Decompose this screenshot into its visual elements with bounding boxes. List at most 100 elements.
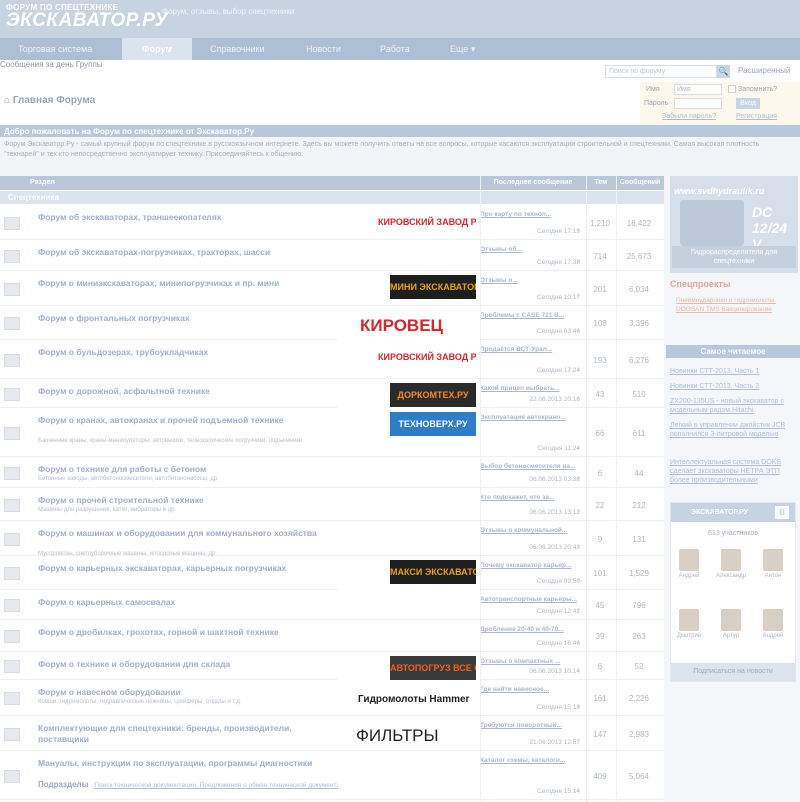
forum-title[interactable]: Форум о карьерных самосвалах: [38, 597, 338, 608]
goto-last-post-icon[interactable]: ›: [577, 395, 579, 402]
forum-title[interactable]: Форум о технике и оборудовании для склад…: [38, 659, 338, 670]
last-post-link[interactable]: Автотранспортные карьеры...: [480, 596, 584, 603]
most-read-item[interactable]: Легкий в управлении джойстик JCB пополни…: [670, 421, 794, 439]
title-bar: [0, 82, 640, 124]
forum-title[interactable]: Мануалы, инструкции по эксплуатации, про…: [38, 758, 338, 769]
message-count: 6,034: [628, 284, 650, 294]
sponsor-logo[interactable]: ФИЛЬТРЫ: [338, 717, 480, 750]
forum-folder-icon: [4, 692, 20, 705]
forum-title[interactable]: Форум о миниэкскаваторах, минипогрузчика…: [38, 278, 338, 289]
nav-news[interactable]: Новости: [300, 38, 347, 60]
goto-last-post-icon[interactable]: ›: [577, 577, 579, 584]
special-projects-links[interactable]: Пневмоударники и гидромолоты. DOOSAN TMS…: [676, 296, 794, 314]
goto-last-post-icon[interactable]: ›: [577, 639, 579, 646]
last-post-link[interactable]: Продаётся ВСТ-Урал...: [480, 346, 584, 353]
avatar[interactable]: [763, 549, 783, 571]
search-input[interactable]: Поиск по форуму: [605, 65, 717, 78]
last-post-link[interactable]: Отзывы о коммунальной...: [480, 527, 584, 534]
avatar[interactable]: [763, 609, 783, 631]
sponsor-logo[interactable]: ТЕХНОВЕРХ.РУ: [338, 409, 480, 442]
avatar[interactable]: [721, 609, 741, 631]
sponsor-logo[interactable]: КИРОВСКИЙ ЗАВОД POWERPLUS: [338, 206, 480, 239]
avatar[interactable]: [721, 549, 741, 571]
last-post-link[interactable]: Отзывы о...: [480, 277, 584, 284]
goto-last-post-icon[interactable]: ›: [577, 703, 579, 710]
avatar[interactable]: [679, 609, 699, 631]
last-post-link[interactable]: Где найти навесное...: [480, 686, 584, 693]
forum-title[interactable]: Форум о машинах и оборудовании для комму…: [38, 528, 338, 539]
forum-title[interactable]: Форум о фронтальных погрузчиках: [38, 313, 338, 324]
last-post-link[interactable]: Дробление 20-40 и 40-70...: [480, 626, 584, 633]
login-button[interactable]: Вход: [736, 98, 760, 109]
login-password-input[interactable]: [674, 98, 722, 109]
subnav-groups[interactable]: Группы: [76, 60, 103, 69]
last-post-link[interactable]: Кто подскажет, что за...: [480, 494, 584, 501]
forum-folder-icon: [4, 727, 20, 741]
search-icon[interactable]: 🔍: [717, 65, 730, 78]
most-read-item[interactable]: Новинки СТТ-2013. Часть 2: [670, 382, 794, 391]
goto-last-post-icon[interactable]: ›: [577, 607, 579, 614]
forum-title[interactable]: Форум об экскаваторах-погрузчиках, тракт…: [38, 247, 338, 258]
goto-last-post-icon[interactable]: ›: [577, 475, 579, 482]
nav-jobs[interactable]: Работа: [374, 38, 416, 60]
goto-last-post-icon[interactable]: ›: [577, 508, 579, 515]
goto-last-post-icon[interactable]: ›: [577, 227, 579, 234]
last-post-link[interactable]: Про карту по технол...: [480, 211, 584, 218]
goto-last-post-icon[interactable]: ›: [577, 444, 579, 451]
most-read-item[interactable]: Новинки СТТ-2013. Часть 1: [670, 367, 794, 376]
goto-last-post-icon[interactable]: ›: [577, 293, 579, 300]
avatar[interactable]: [679, 549, 699, 571]
forum-title[interactable]: Форум о прочей строительной технике: [38, 495, 338, 506]
subforum-links[interactable]: Поиск технической документации, Предложе…: [94, 782, 338, 789]
register-link[interactable]: Регистрация: [736, 113, 777, 120]
goto-last-post-icon[interactable]: ›: [577, 667, 579, 674]
nav-trade-system[interactable]: Торговая система: [12, 38, 98, 60]
sponsor-logo[interactable]: КИРОВЕЦ: [338, 307, 480, 340]
goto-last-post-icon[interactable]: ›: [577, 327, 579, 334]
last-post-link[interactable]: Проблемы с CASE 721 В...: [480, 312, 584, 319]
sponsor-logo[interactable]: МАКСИ ЭКСКАВАТОР.РУ: [338, 557, 480, 590]
sponsor-logo[interactable]: Гидромолоты Hammer: [338, 681, 480, 714]
nav-references[interactable]: Справочники: [204, 38, 271, 60]
last-post-link[interactable]: Почему экскаватор карьер...: [480, 562, 584, 569]
most-read-item[interactable]: Интеллектуальная система DOKS сделает эк…: [670, 458, 794, 485]
sponsor-logo[interactable]: МИНИ ЭКСКАВАТОР.РУ: [338, 272, 480, 305]
goto-last-post-icon[interactable]: ›: [577, 787, 579, 794]
login-name-input[interactable]: Имя: [674, 84, 722, 95]
sidebar-banner[interactable]: www.svdhydraulik.ru DC 12/24 V Гидрорасп…: [670, 176, 798, 273]
forum-title[interactable]: Форум об экскаваторах, траншеекопателях: [38, 212, 338, 223]
goto-last-post-icon[interactable]: ›: [577, 366, 579, 373]
last-post-link[interactable]: Каталог схемы, каталоги...: [480, 757, 584, 764]
last-post-link[interactable]: Отзывы о компактных ...: [480, 658, 584, 665]
subnav-messages-today[interactable]: Сообщения за день: [0, 60, 74, 69]
most-read-item[interactable]: ZX200-135US - новый экскаватор с модельн…: [670, 397, 794, 415]
forum-title[interactable]: Форум о дорожной, асфальтной технике: [38, 386, 338, 397]
forum-title[interactable]: Форум о дробилках, грохотах, горной и ша…: [38, 627, 338, 638]
forum-title[interactable]: Форум о карьерных экскаваторах, карьерны…: [38, 563, 338, 574]
forum-title[interactable]: Форум о навесном оборудовании: [38, 687, 338, 698]
forgot-password-link[interactable]: Забыли пароль?: [662, 113, 716, 120]
forum-title[interactable]: Форум о кранах, автокранах и прочей подъ…: [38, 415, 338, 426]
vk-subscribe-button[interactable]: Подписаться на новости: [671, 663, 795, 681]
nav-forum[interactable]: Форум: [122, 38, 192, 60]
sponsor-logo[interactable]: КИРОВСКИЙ ЗАВОД POWERPLUS: [338, 341, 480, 374]
goto-last-post-icon[interactable]: ›: [577, 738, 579, 745]
last-post-date: 21.06.2013 12:57: [529, 739, 580, 746]
goto-last-post-icon[interactable]: ›: [577, 543, 579, 550]
advanced-search-link[interactable]: Расширенный: [738, 66, 790, 75]
site-logo[interactable]: ЭКСКАВАТОР.РУ: [6, 11, 168, 30]
last-post-link[interactable]: Эксплуатация автокрано...: [480, 414, 584, 421]
forum-title[interactable]: Форум о технике для работы с бетоном: [38, 464, 338, 475]
nav-more[interactable]: Еще ▾: [444, 38, 481, 60]
remember-checkbox[interactable]: [728, 85, 736, 93]
last-post-link[interactable]: Требуются поворотный...: [480, 722, 584, 729]
forum-title[interactable]: Комплектующие для спецтехники: бренды, п…: [38, 723, 338, 745]
last-post-link[interactable]: Какой прицеп выбрать...: [480, 385, 584, 392]
forum-folder-icon: [4, 353, 20, 367]
last-post-link[interactable]: Отзывы об...: [480, 246, 584, 253]
message-count: 16,422: [626, 218, 652, 228]
forum-title[interactable]: Форум о бульдозерах, трубоукладчиках: [38, 347, 338, 358]
forum-folder-icon: [4, 660, 20, 673]
goto-last-post-icon[interactable]: ›: [577, 258, 579, 265]
last-post-link[interactable]: Выбор бетоносмесителя на...: [480, 463, 584, 470]
